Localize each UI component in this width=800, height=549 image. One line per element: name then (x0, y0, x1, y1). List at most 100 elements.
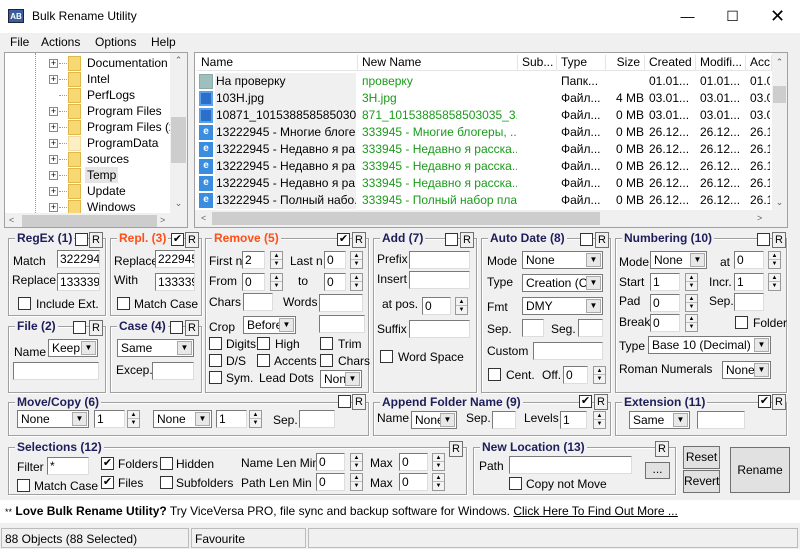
append-folder-sep-input[interactable] (492, 411, 516, 429)
tree-item[interactable]: + sources (5, 151, 170, 167)
move-copy-mode1-select[interactable]: None ▼ (17, 410, 89, 428)
folders-checkbox[interactable] (101, 457, 114, 470)
menu-actions[interactable]: Actions (41, 35, 80, 49)
high-checkbox[interactable] (257, 337, 270, 350)
move-copy-count1-input[interactable]: 1 (94, 410, 125, 428)
file-row[interactable]: e 13222945 - Полный набо... 333945 - Полны… (197, 192, 772, 209)
menu-help[interactable]: Help (151, 35, 176, 49)
name-len-min-spinner[interactable]: ▲ ▼ (350, 453, 363, 471)
regex-reset-button[interactable]: R (89, 232, 103, 248)
from-input[interactable]: 0 (242, 273, 265, 291)
selections-reset-button[interactable]: R (449, 441, 463, 457)
minimize-icon[interactable]: — (665, 0, 710, 32)
move-copy-count2-input[interactable]: 1 (216, 410, 247, 428)
selections-match-case-checkbox[interactable] (17, 479, 30, 492)
pad-spinner[interactable]: ▲ ▼ (685, 294, 698, 312)
auto-date-custom-input[interactable] (533, 342, 603, 360)
first-n-input[interactable]: 2 (242, 251, 265, 269)
trim-checkbox[interactable] (320, 337, 333, 350)
file-name-select[interactable]: Keep ▼ (48, 339, 98, 357)
file-name-input[interactable] (13, 362, 99, 380)
append-folder-levels-input[interactable]: 1 (560, 411, 587, 429)
extension-input[interactable] (697, 411, 745, 429)
column-sub[interactable]: Sub... (518, 55, 557, 71)
crop-input[interactable] (319, 315, 365, 333)
add-enable-checkbox[interactable] (445, 233, 458, 246)
case-enable-checkbox[interactable] (170, 321, 183, 334)
file-row[interactable]: 10871_101538858585030... 871_101538858585… (197, 107, 772, 124)
break-spinner[interactable]: ▲ ▼ (685, 314, 698, 332)
auto-date-seg-input[interactable] (578, 319, 603, 337)
scroll-down-icon[interactable]: ⌄ (170, 198, 187, 209)
column-type[interactable]: Type (557, 55, 606, 71)
include-ext-checkbox[interactable] (18, 297, 31, 310)
numbering-incr-input[interactable]: 1 (734, 273, 764, 291)
numbering-start-input[interactable]: 1 (650, 273, 680, 291)
file-row[interactable]: e 13222945 - Недавно я ра... 333945 - Неда… (197, 175, 772, 192)
name-len-max-input[interactable]: 0 (399, 453, 428, 471)
column-name[interactable]: Name (197, 55, 358, 71)
move-copy-reset-button[interactable]: R (352, 394, 366, 410)
file-enable-checkbox[interactable] (73, 321, 86, 334)
numbering-at-input[interactable]: 0 (734, 251, 764, 269)
count1-spinner[interactable]: ▲ ▼ (127, 410, 140, 428)
last-n-spinner[interactable]: ▲ ▼ (350, 251, 363, 269)
to-input[interactable]: 0 (324, 273, 346, 291)
auto-date-enable-checkbox[interactable] (580, 233, 593, 246)
auto-date-type-select[interactable]: Creation (Cur ▼ (522, 274, 603, 292)
scroll-thumb[interactable] (22, 215, 157, 227)
file-row[interactable]: На проверку проверку Папк... 01.01... 01.01.… (197, 73, 772, 90)
column-modified[interactable]: Modifi... (696, 55, 746, 71)
scroll-right-icon[interactable]: > (757, 213, 762, 223)
start-spinner[interactable]: ▲ ▼ (685, 273, 698, 291)
chars-checkbox[interactable] (320, 354, 333, 367)
expand-icon[interactable]: + (49, 203, 58, 212)
from-spinner[interactable]: ▲ ▼ (270, 273, 283, 291)
first-n-spinner[interactable]: ▲ ▼ (270, 251, 283, 269)
close-icon[interactable]: ✕ (755, 0, 800, 32)
status-favourite[interactable]: Favourite (191, 528, 306, 548)
prefix-input[interactable] (409, 251, 470, 269)
scroll-left-icon[interactable]: < (9, 215, 14, 225)
auto-date-fmt-select[interactable]: DMY ▼ (522, 297, 603, 315)
expand-icon[interactable]: + (49, 187, 58, 196)
list-hscrollbar[interactable]: < > (195, 210, 787, 227)
file-row[interactable]: e 13222945 - Недавно я ра... 333945 - Неда… (197, 158, 772, 175)
path-len-min-input[interactable]: 0 (316, 473, 345, 491)
expand-icon[interactable]: + (49, 75, 58, 84)
copy-not-move-checkbox[interactable] (509, 477, 522, 490)
list-vscrollbar[interactable]: ⌃ ⌄ (772, 53, 787, 211)
scroll-left-icon[interactable]: < (201, 213, 206, 223)
tree-item[interactable]: + Program Files (5, 103, 170, 119)
tree-vscrollbar[interactable]: ⌃ ⌄ (170, 53, 187, 213)
tree-item[interactable]: + Intel (5, 71, 170, 87)
regex-replace-input[interactable]: 1333394 (57, 273, 100, 291)
regex-enable-checkbox[interactable] (75, 233, 88, 246)
insert-input[interactable] (409, 271, 470, 289)
case-excep-input[interactable] (152, 362, 194, 380)
scroll-up-icon[interactable]: ⌃ (170, 55, 187, 66)
to-spinner[interactable]: ▲ ▼ (350, 273, 363, 291)
sym-checkbox[interactable] (209, 371, 222, 384)
hidden-checkbox[interactable] (160, 457, 173, 470)
tree-item[interactable]: + Program Files (x86 (5, 119, 187, 135)
scroll-up-icon[interactable]: ⌃ (772, 57, 787, 68)
numbering-mode-select[interactable]: None ▼ (650, 251, 707, 269)
rename-button[interactable]: Rename (730, 447, 790, 493)
at-spinner[interactable]: ▲ ▼ (768, 251, 781, 269)
repl-with-input[interactable]: 133339 (155, 273, 195, 291)
new-location-reset-button[interactable]: R (655, 441, 669, 457)
repl-enable-checkbox[interactable] (171, 233, 184, 246)
numbering-reset-button[interactable]: R (772, 232, 786, 248)
extension-enable-checkbox[interactable] (758, 395, 771, 408)
word-space-checkbox[interactable] (380, 350, 393, 363)
at-pos-spinner[interactable]: ▲ ▼ (455, 297, 468, 315)
path-len-max-input[interactable]: 0 (399, 473, 428, 491)
name-len-max-spinner[interactable]: ▲ ▼ (432, 453, 445, 471)
numbering-break-input[interactable]: 0 (650, 314, 680, 332)
off-spinner[interactable]: ▲ ▼ (593, 366, 606, 384)
numbering-type-select[interactable]: Base 10 (Decimal) ▼ (648, 336, 771, 354)
tree-item[interactable]: + ProgramData (5, 135, 170, 151)
maximize-icon[interactable]: ☐ (710, 0, 755, 32)
repl-match-case-checkbox[interactable] (117, 297, 130, 310)
